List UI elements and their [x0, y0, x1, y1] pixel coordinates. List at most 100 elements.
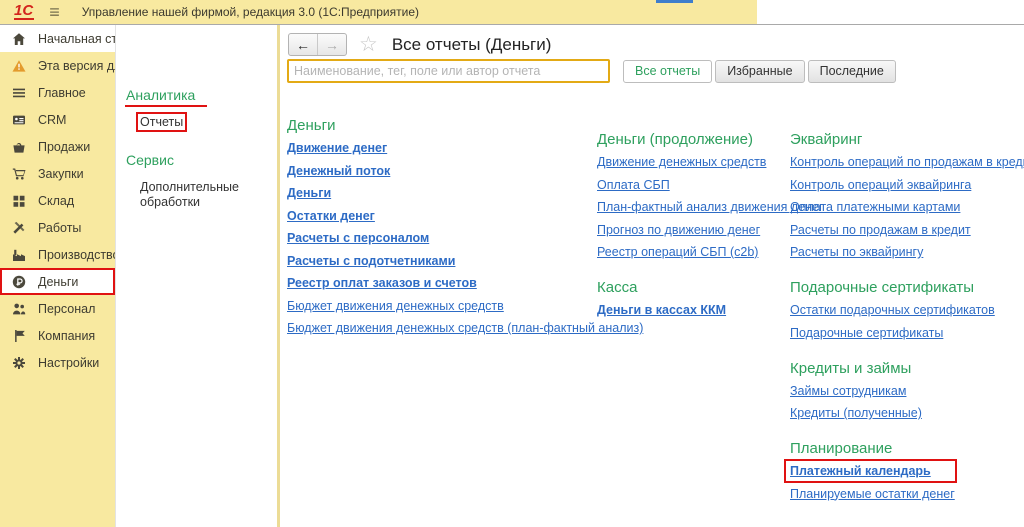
report-link-list: Остатки подарочных сертификатов Подарочны… [790, 303, 1020, 340]
report-section-title: Планирование [790, 440, 1020, 457]
report-link[interactable]: Расчеты с подотчетниками [287, 254, 455, 268]
report-link[interactable]: Прогноз по движению денег [597, 223, 760, 237]
money-ruble-icon [12, 275, 26, 289]
filter-recent[interactable]: Последние [808, 60, 896, 83]
sidebar-item-company[interactable]: Компания [0, 322, 115, 349]
history-nav-buttons: ← → [288, 33, 347, 56]
report-link[interactable]: Остатки подарочных сертификатов [790, 303, 995, 317]
report-link[interactable]: Планируемые остатки денег [790, 487, 955, 501]
report-section-title: Деньги (продолжение) [597, 131, 790, 148]
window-title: Управление нашей фирмой, редакция 3.0 (1… [82, 5, 419, 19]
report-link[interactable]: Реестр операций СБП (c2b) [597, 245, 758, 259]
report-link[interactable]: Денежный поток [287, 164, 390, 178]
report-link-item: План-фактный анализ движения денег [597, 200, 790, 214]
sidebar-item-label: Эта версия для ра [38, 59, 115, 73]
forward-button[interactable]: → [318, 34, 346, 55]
titlebar-yellow-strip: 1С ≡ Управление нашей фирмой, редакция 3… [0, 0, 757, 24]
report-link-list: Платежный календарь Планируемые остатки д… [790, 464, 1020, 501]
sidebar-item-production[interactable]: Производство [0, 241, 115, 268]
report-link-item: Планируемые остатки денег [790, 487, 1020, 501]
report-link-item: Оплата СБП [597, 178, 790, 192]
favorite-star-icon[interactable]: ☆ [359, 34, 378, 55]
filter-favorites[interactable]: Избранные [715, 60, 804, 83]
report-link[interactable]: Оплата платежными картами [790, 200, 960, 214]
sidebar-item-label: CRM [38, 113, 66, 127]
panel-item-reports[interactable]: Отчеты [140, 115, 277, 130]
sales-basket-icon [12, 140, 26, 154]
sidebar-item-version-warning[interactable]: Эта версия для ра [0, 52, 115, 79]
report-link[interactable]: Кредиты (полученные) [790, 406, 922, 420]
sidebar-item-crm[interactable]: CRM [0, 106, 115, 133]
report-link-item: Займы сотрудникам [790, 384, 1020, 398]
sidebar-item-home[interactable]: Начальная страни [0, 25, 115, 52]
sidebar-item-personnel[interactable]: Персонал [0, 295, 115, 322]
report-link-item: Денежный поток [287, 164, 597, 178]
purchases-cart-icon [12, 167, 26, 181]
report-filters: Все отчетыИзбранныеПоследние [623, 60, 896, 83]
report-link-item: Подарочные сертификаты [790, 326, 1020, 340]
report-section-title: Кредиты и займы [790, 360, 1020, 377]
report-link-list: Деньги в кассах ККМ [597, 303, 790, 317]
report-link[interactable]: Бюджет движения денежных средств (план-ф… [287, 321, 643, 335]
sidebar-nav: Начальная страни Эта версия для ра Главное… [0, 25, 115, 527]
report-link[interactable]: Реестр оплат заказов и счетов [287, 276, 477, 290]
report-link-item: Расчеты с персоналом [287, 231, 597, 245]
app-window: { "window": { "logo": "1С", "menu_icon":… [0, 0, 1024, 527]
report-section: Кредиты и займы Займы сотрудникам Кредиты … [790, 360, 1020, 421]
sidebar-item-label: Производство [38, 248, 115, 262]
sidebar-item-label: Настройки [38, 356, 99, 370]
sidebar-item-label: Склад [38, 194, 74, 208]
report-link-item: Прогноз по движению денег [597, 223, 790, 237]
report-link[interactable]: Расчеты по продажам в кредит [790, 223, 971, 237]
report-link-item: Деньги в кассах ККМ [597, 303, 790, 317]
sidebar-item-label: Компания [38, 329, 95, 343]
report-link-item: Контроль операций эквайринга [790, 178, 1020, 192]
report-link[interactable]: Подарочные сертификаты [790, 326, 943, 340]
report-link[interactable]: Движение денежных средств [597, 155, 766, 169]
report-column-3: ЭквайрингКонтроль операций по продажам в… [790, 117, 1020, 527]
company-flag-icon [12, 329, 26, 343]
report-link-item: Расчеты по продажам в кредит [790, 223, 1020, 237]
report-link[interactable]: Контроль операций по продажам в кредит [790, 155, 1024, 169]
report-link-item: Контроль операций по продажам в кредит [790, 155, 1020, 169]
sidebar-item-money[interactable]: Деньги [0, 268, 115, 295]
sidebar-item-label: Главное [38, 86, 86, 100]
report-link[interactable]: Деньги в кассах ККМ [597, 303, 726, 317]
production-factory-icon [12, 248, 26, 262]
sidebar-item-sales[interactable]: Продажи [0, 133, 115, 160]
report-link[interactable]: Деньги [287, 186, 331, 200]
sidebar-item-purchases[interactable]: Закупки [0, 160, 115, 187]
sidebar-item-label: Персонал [38, 302, 95, 316]
report-link-item: Реестр операций СБП (c2b) [597, 245, 790, 259]
sidebar-item-warehouse[interactable]: Склад [0, 187, 115, 214]
report-link[interactable]: Контроль операций эквайринга [790, 178, 971, 192]
report-link[interactable]: Движение денег [287, 141, 387, 155]
crm-card-icon [12, 113, 26, 127]
report-link-item: Оплата платежными картами [790, 200, 1020, 214]
report-link-list: Займы сотрудникам Кредиты (полученные) [790, 384, 1020, 421]
main-content: ← → ☆ Все отчеты (Деньги) Все отчетыИзбр… [280, 25, 1024, 527]
panel-section: СервисДополнительные обработки [116, 152, 277, 210]
sidebar-item-works[interactable]: Работы [0, 214, 115, 241]
report-section-title: Касса [597, 279, 790, 296]
report-section: Деньги (продолжение) Движение денежных ср… [597, 131, 790, 259]
navigation-row: ← → ☆ Все отчеты (Деньги) [288, 33, 551, 56]
back-button[interactable]: ← [289, 34, 318, 55]
sidebar-item-main[interactable]: Главное [0, 79, 115, 106]
sidebar-item-label: Продажи [38, 140, 90, 154]
report-link[interactable]: Расчеты по эквайрингу [790, 245, 923, 259]
active-tab-indicator [656, 0, 693, 3]
report-link[interactable]: Расчеты с персоналом [287, 231, 429, 245]
report-link-list: Движение денежных средств Оплата СБП План-… [597, 155, 790, 259]
panel-item-additional-processing[interactable]: Дополнительные обработки [140, 180, 277, 210]
filter-all-reports[interactable]: Все отчеты [623, 60, 712, 83]
report-link[interactable]: Бюджет движения денежных средств [287, 299, 504, 313]
report-link[interactable]: Займы сотрудникам [790, 384, 906, 398]
report-link-item: Бюджет движения денежных средств (план-ф… [287, 321, 597, 335]
hamburger-menu-icon[interactable]: ≡ [49, 3, 60, 21]
report-search-input[interactable] [287, 59, 610, 83]
report-link[interactable]: Остатки денег [287, 209, 375, 223]
sidebar-item-settings[interactable]: Настройки [0, 349, 115, 376]
report-link[interactable]: Платежный календарь [790, 464, 931, 478]
report-link[interactable]: Оплата СБП [597, 178, 670, 192]
